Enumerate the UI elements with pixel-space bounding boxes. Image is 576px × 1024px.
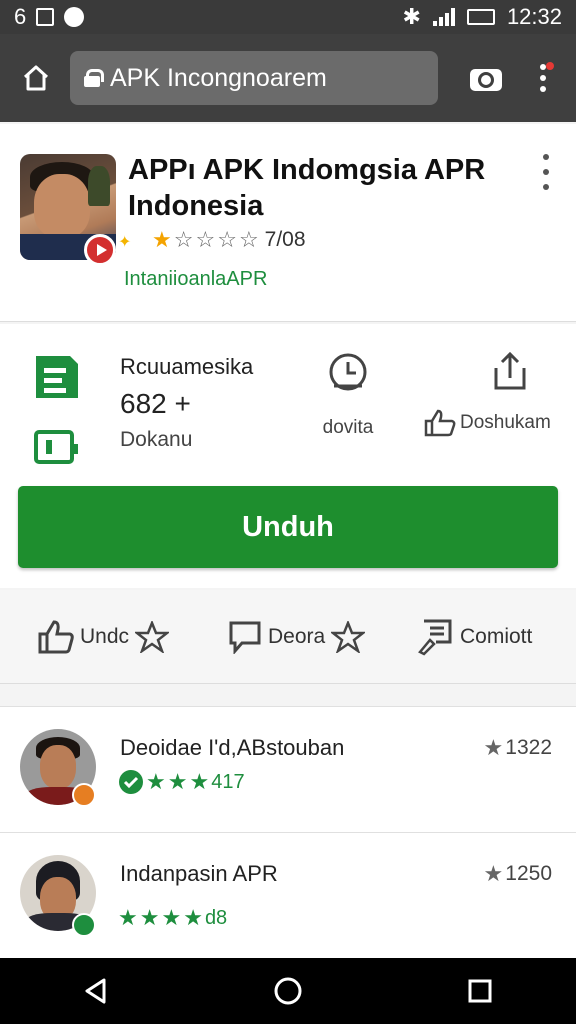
thumbs-up-icon [424,409,456,437]
star-outline-icon [331,620,366,653]
review-item[interactable]: Indanpasin APR ★ ★ ★ ★ d8 ★ 1250 [0,832,576,958]
edit-action[interactable]: Comiott [416,618,532,656]
star-full-icon: ★ [161,905,182,930]
info-card: Rcuuamesika 682 + Dokanu dovita Doshukam… [0,324,576,588]
star-full-icon: ★ [118,905,138,930]
document-icon [34,356,78,464]
back-button[interactable] [76,971,116,1011]
home-circle-icon [274,977,302,1005]
star-empty-icon: ☆ [173,227,194,252]
star-full-icon: ★ [189,769,210,794]
review-count: d8 [204,906,228,929]
star-full-icon: ★ [183,905,203,930]
comment-action-label: Deora [268,624,326,648]
app-title: APPı APK Indomgsia APR Indonesia [128,154,486,222]
reviewer-name: Deoidae I'd,ABstouban [120,735,345,760]
comment-icon [229,621,261,654]
app-rating: ★ ☆ ☆ ☆ ☆ 7/08 [152,228,306,252]
stat-count: 682 + [120,388,191,419]
share-stat[interactable]: Doshukam [424,350,564,437]
star-empty-icon: ☆ [195,227,216,252]
app-notification-icon [64,7,85,27]
reviewer-name: Indanpasin APR [120,861,278,886]
star-full-icon: ★ [167,769,188,794]
thumbs-up-icon [38,619,74,653]
clock-icon [329,353,367,391]
reviewer-badge-icon [72,913,96,937]
update-dot-icon [546,62,554,70]
star-empty-icon: ☆ [217,227,237,252]
review-score: ★ 1250 [484,861,552,887]
stat-sub: Dokanu [120,428,193,451]
star-empty-icon: ☆ [238,227,259,252]
star-full-icon: ★ [139,905,160,930]
review-score: ★ 1322 [484,735,552,761]
rating-stat-label: dovita [322,417,374,438]
camera-icon [470,69,502,91]
status-left-text: 6 [14,4,27,29]
menu-button[interactable] [528,56,558,100]
home-nav-button[interactable] [268,971,308,1011]
download-stat: Rcuuamesika 682 + Dokanu [120,354,253,452]
notification-icon [36,8,55,26]
edit-action-label: Comiott [460,624,533,648]
sparkle-icon: ✦ [118,234,132,251]
stat-title: Rcuuamesika [120,354,254,379]
review-stars: ★ ★ ★ 417 [118,769,245,795]
like-action[interactable]: Undc [38,619,170,654]
share-stat-label: Doshukam [460,412,551,433]
star-outline-icon [135,620,170,653]
share-icon [494,351,526,390]
app-more-button[interactable] [536,154,556,190]
url-text: APK Incongnoarem [110,63,327,92]
star-full-icon: ★ [152,227,172,252]
home-icon [23,65,49,91]
status-time: 12:32 [506,4,562,29]
signal-icon [432,8,455,26]
developer-link[interactable]: IntaniioanlaAPR [124,268,267,291]
star-icon: ★ [483,735,504,760]
actions-row: Undc Deora Comiott [0,590,576,684]
comment-action[interactable]: Deora [228,620,366,654]
bluetooth-icon: ✱ [402,4,421,29]
battery-icon [466,9,495,25]
verified-check-icon [119,770,143,794]
review-stars: ★ ★ ★ ★ d8 [118,905,227,931]
review-item[interactable]: Deoidae I'd,ABstouban ★ ★ ★ 417 ★ 1322 [0,706,576,832]
rating-stat[interactable]: dovita [318,350,378,439]
install-button[interactable]: Unduh [18,486,558,568]
review-score-value: 1250 [505,862,552,885]
like-action-label: Undc [80,624,130,648]
reviewer-badge-icon [72,783,96,807]
recents-button[interactable] [460,971,500,1011]
review-count: 417 [211,770,245,793]
play-badge-icon [84,234,116,266]
recents-icon [468,979,492,1003]
status-bar: 6 ✱ 12:32 [0,0,576,34]
lock-icon [84,69,104,87]
app-header: ✦ APPı APK Indomgsia APR Indonesia ★ ☆ ☆… [0,124,576,322]
reviews-list: Deoidae I'd,ABstouban ★ ★ ★ 417 ★ 1322 I… [0,706,576,958]
camera-button[interactable] [466,58,506,98]
browser-toolbar: APK Incongnoarem [0,34,576,122]
star-full-icon: ★ [146,769,166,794]
navigation-bar [0,958,576,1024]
home-button[interactable] [14,56,58,100]
url-bar[interactable]: APK Incongnoarem [70,51,438,105]
rating-count: 7/08 [264,228,306,251]
review-score-value: 1322 [505,736,552,759]
edit-icon [418,619,452,656]
star-icon: ★ [483,861,504,886]
back-icon [85,978,106,1004]
